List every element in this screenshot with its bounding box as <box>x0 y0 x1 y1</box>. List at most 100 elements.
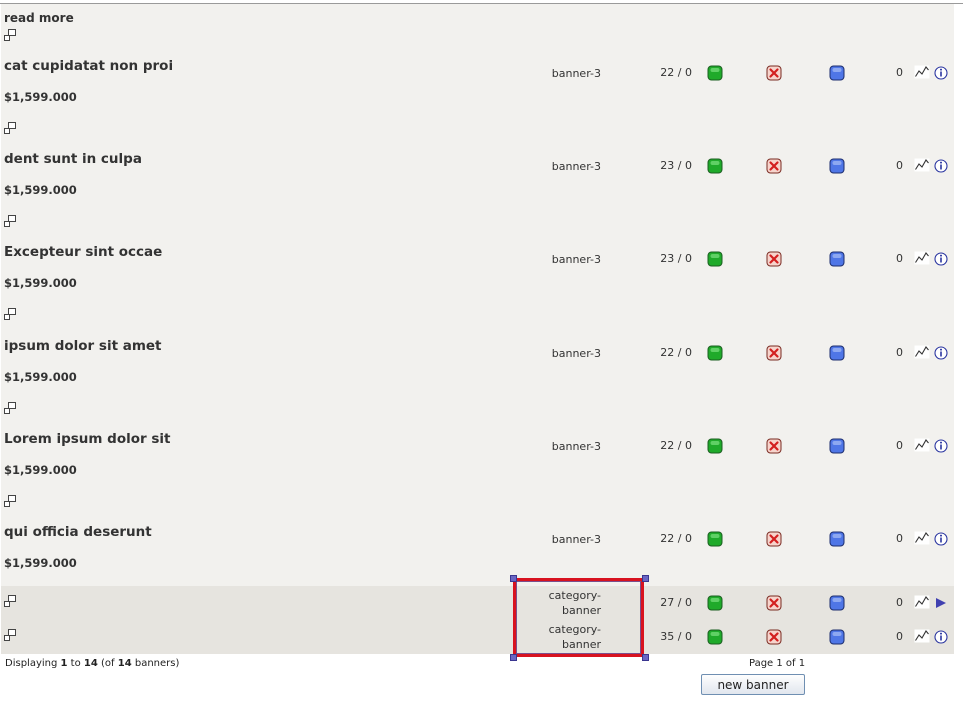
resize-handle[interactable] <box>642 575 649 582</box>
popup-window-icon[interactable] <box>3 307 17 321</box>
banner-zone: banner-3 <box>551 160 601 173</box>
banner-row: qui officia deserunt $1,599.000 banner-3 22… <box>1 516 954 600</box>
stats-chart-icon[interactable] <box>914 438 930 452</box>
banner-price: $1,599.000 <box>4 90 77 104</box>
popup-window-icon[interactable] <box>3 401 17 415</box>
total-suffix: banners) <box>134 658 180 669</box>
banner-row: ipsum dolor sit amet $1,599.000 banner-3 22… <box>1 330 954 423</box>
play-arrow-icon[interactable] <box>934 596 948 610</box>
new-banner-button[interactable]: new banner <box>701 674 805 695</box>
edit-blue-icon[interactable] <box>829 158 845 174</box>
banner-title[interactable]: Lorem ipsum dolor sit <box>4 431 170 447</box>
impressions-clicks: 23 / 0 <box>660 159 692 172</box>
banner-count: 0 <box>896 159 903 172</box>
popup-window-icon[interactable] <box>3 214 17 228</box>
status-green-icon[interactable] <box>707 251 723 267</box>
info-icon[interactable] <box>934 532 948 546</box>
banner-price: $1,599.000 <box>4 183 77 197</box>
edit-blue-icon[interactable] <box>829 531 845 547</box>
edit-blue-icon[interactable] <box>829 438 845 454</box>
range-to-label: to <box>70 658 81 669</box>
stats-chart-icon[interactable] <box>914 531 930 545</box>
delete-x-icon[interactable] <box>766 595 782 611</box>
stats-chart-icon[interactable] <box>914 345 930 359</box>
delete-x-icon[interactable] <box>766 531 782 547</box>
page-info: Page 1 of 1 <box>749 658 806 669</box>
status-green-icon[interactable] <box>707 531 723 547</box>
info-icon[interactable] <box>934 159 948 173</box>
delete-x-icon[interactable] <box>766 251 782 267</box>
banner-zone: banner-3 <box>551 67 601 80</box>
status-green-icon[interactable] <box>707 345 723 361</box>
banner-row: Lorem ipsum dolor sit $1,599.000 banner-3 2… <box>1 423 954 516</box>
impressions-clicks: 22 / 0 <box>660 346 692 359</box>
impressions-clicks: 23 / 0 <box>660 252 692 265</box>
resize-handle[interactable] <box>510 654 517 661</box>
status-green-icon[interactable] <box>707 595 723 611</box>
banner-zone: banner-3 <box>551 253 601 266</box>
impressions-clicks: 22 / 0 <box>660 66 692 79</box>
banner-title[interactable]: qui officia deserunt <box>4 524 152 540</box>
edit-blue-icon[interactable] <box>829 345 845 361</box>
popup-window-icon[interactable] <box>3 628 17 642</box>
resize-handle[interactable] <box>510 575 517 582</box>
delete-x-icon[interactable] <box>766 629 782 645</box>
info-icon[interactable] <box>934 252 948 266</box>
impressions-clicks: 22 / 0 <box>660 439 692 452</box>
edit-blue-icon[interactable] <box>829 629 845 645</box>
stats-chart-icon[interactable] <box>914 629 930 643</box>
banner-zone: category- banner <box>548 623 601 651</box>
info-icon[interactable] <box>934 630 948 644</box>
read-more-link[interactable]: read more <box>4 11 74 25</box>
impressions-clicks: 22 / 0 <box>660 532 692 545</box>
range-from: 1 <box>60 658 68 669</box>
banner-price: $1,599.000 <box>4 276 77 290</box>
info-icon[interactable] <box>934 439 948 453</box>
banner-zone: banner-3 <box>551 440 601 453</box>
status-green-icon[interactable] <box>707 65 723 81</box>
banner-zone: banner-3 <box>551 533 601 546</box>
banner-price: $1,599.000 <box>4 463 77 477</box>
banner-title[interactable]: ipsum dolor sit amet <box>4 338 162 354</box>
status-green-icon[interactable] <box>707 438 723 454</box>
resize-handle[interactable] <box>642 654 649 661</box>
edit-blue-icon[interactable] <box>829 65 845 81</box>
banner-row: dent sunt in culpa $1,599.000 banner-3 23 /… <box>1 143 954 236</box>
popup-window-icon[interactable] <box>3 594 17 608</box>
impressions-clicks: 27 / 0 <box>660 596 692 609</box>
info-icon[interactable] <box>934 346 948 360</box>
total-count: 14 <box>117 658 132 669</box>
banner-title[interactable]: dent sunt in culpa <box>4 151 142 167</box>
delete-x-icon[interactable] <box>766 158 782 174</box>
banner-zone: category- banner <box>548 589 601 617</box>
banner-count: 0 <box>896 630 903 643</box>
popup-window-icon[interactable] <box>3 494 17 508</box>
stats-chart-icon[interactable] <box>914 158 930 172</box>
banner-zone: banner-3 <box>551 347 601 360</box>
banner-count: 0 <box>896 252 903 265</box>
delete-x-icon[interactable] <box>766 345 782 361</box>
delete-x-icon[interactable] <box>766 65 782 81</box>
banner-count: 0 <box>896 66 903 79</box>
delete-x-icon[interactable] <box>766 438 782 454</box>
status-green-icon[interactable] <box>707 158 723 174</box>
edit-blue-icon[interactable] <box>829 251 845 267</box>
banner-count: 0 <box>896 439 903 452</box>
info-icon[interactable] <box>934 66 948 80</box>
edit-blue-icon[interactable] <box>829 595 845 611</box>
banner-title[interactable]: Excepteur sint occae <box>4 244 162 260</box>
stats-chart-icon[interactable] <box>914 251 930 265</box>
banner-count: 0 <box>896 346 903 359</box>
popup-window-icon[interactable] <box>3 121 17 135</box>
status-green-icon[interactable] <box>707 629 723 645</box>
banner-row: category- banner 35 / 0 0 <box>1 620 954 654</box>
banner-title[interactable]: cat cupidatat non proi <box>4 58 173 74</box>
banner-price: $1,599.000 <box>4 370 77 384</box>
stats-chart-icon[interactable] <box>914 65 930 79</box>
displaying-label: Displaying <box>5 658 58 669</box>
banner-row: category- banner 27 / 0 0 <box>1 586 954 620</box>
pagination-summary: Displaying 1 to 14 (of 14 banners) <box>5 658 179 669</box>
banner-count: 0 <box>896 596 903 609</box>
stats-chart-icon[interactable] <box>914 595 930 609</box>
popup-window-icon[interactable] <box>3 28 17 42</box>
